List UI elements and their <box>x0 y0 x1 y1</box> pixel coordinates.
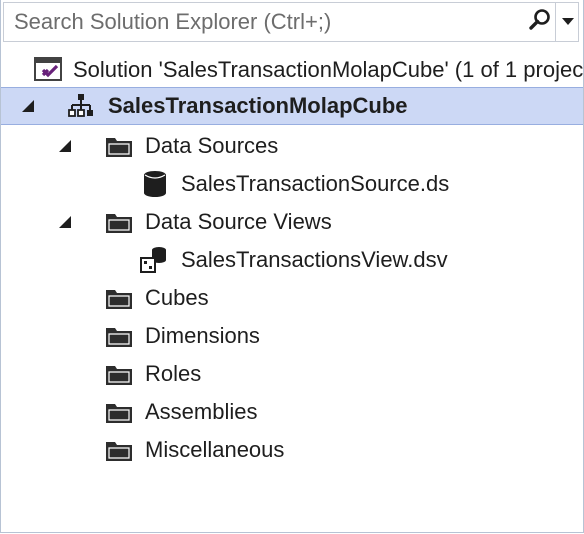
tree-item-label: Roles <box>145 361 202 386</box>
tree-item-label: Dimensions <box>145 323 260 348</box>
folder-icon <box>105 133 133 159</box>
search-options-dropdown[interactable] <box>556 3 579 41</box>
tree-item-label: Assemblies <box>145 399 258 424</box>
folder-icon <box>105 399 133 425</box>
tree-item-solution[interactable]: Solution 'SalesTransactionMolapCube' (1 … <box>1 51 583 89</box>
search-box <box>3 2 579 42</box>
search-icon <box>528 8 552 37</box>
chevron-down-icon <box>561 13 574 31</box>
tree-item-label: SalesTransactionSource.ds <box>181 171 450 196</box>
tree-item-project[interactable]: SalesTransactionMolapCube <box>1 87 583 125</box>
tree-item-dsv-file[interactable]: SalesTransactionsView.dsv <box>1 241 583 279</box>
folder-icon <box>105 361 133 387</box>
folder-icon <box>105 323 133 349</box>
tree-item-assemblies[interactable]: Assemblies <box>1 393 583 431</box>
tree-item-miscellaneous[interactable]: Miscellaneous <box>1 431 583 469</box>
tree-item-dimensions[interactable]: Dimensions <box>1 317 583 355</box>
tree-item-cubes[interactable]: Cubes <box>1 279 583 317</box>
tree-item-label: Solution 'SalesTransactionMolapCube' (1 … <box>73 57 583 82</box>
expanded-arrow-icon[interactable] <box>58 139 72 153</box>
expanded-arrow-icon[interactable] <box>21 99 35 113</box>
search-input[interactable] <box>4 3 524 41</box>
olap-project-icon <box>67 93 93 119</box>
tree-item-data-source-file[interactable]: SalesTransactionSource.ds <box>1 165 583 203</box>
search-button[interactable] <box>525 3 555 41</box>
tree-item-data-sources[interactable]: Data Sources <box>1 127 583 165</box>
tree-item-roles[interactable]: Roles <box>1 355 583 393</box>
data-source-view-icon <box>140 246 168 274</box>
folder-icon <box>105 285 133 311</box>
tree-item-label: Cubes <box>145 285 209 310</box>
solution-explorer-panel: Solution 'SalesTransactionMolapCube' (1 … <box>0 0 584 533</box>
folder-icon <box>105 437 133 463</box>
tree-item-label: Data Source Views <box>145 209 332 234</box>
tree-item-label: SalesTransactionsView.dsv <box>181 247 448 272</box>
tree-item-label: Miscellaneous <box>145 437 285 462</box>
folder-icon <box>105 209 133 235</box>
tree-item-data-source-views[interactable]: Data Source Views <box>1 203 583 241</box>
solution-icon <box>33 56 63 84</box>
database-icon <box>142 170 168 198</box>
tree-item-label: SalesTransactionMolapCube <box>108 93 408 118</box>
tree-item-label: Data Sources <box>145 133 279 158</box>
expanded-arrow-icon[interactable] <box>58 215 72 229</box>
